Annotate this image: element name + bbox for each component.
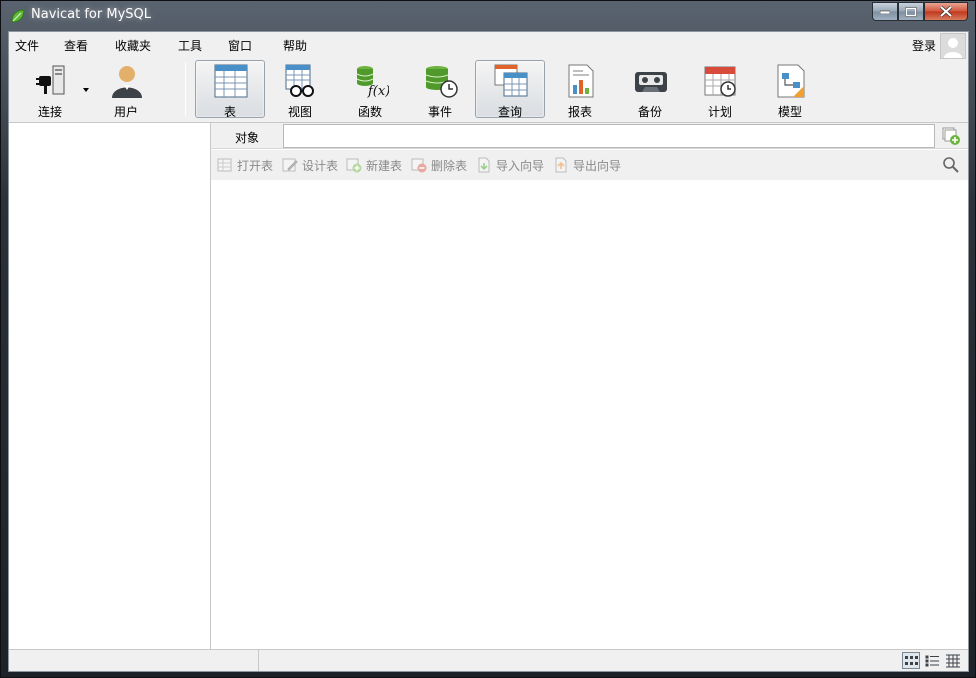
client-area: 文件 查看 收藏夹 工具 窗口 帮助 登录 连接 用户 表 视图 f(x) 函数… <box>8 31 969 672</box>
new-table-icon <box>346 158 362 173</box>
table-label: 表 <box>223 105 236 119</box>
design-table-icon <box>282 158 298 172</box>
new-table-button[interactable]: 新建表 <box>346 157 402 173</box>
grid-view-button[interactable] <box>902 652 920 669</box>
toolbar-divider <box>185 62 186 116</box>
status-cell <box>9 650 259 671</box>
connection-tree-panel[interactable] <box>9 122 211 649</box>
connection-button[interactable]: 连接 <box>15 60 85 119</box>
menu-bar: 文件 查看 收藏夹 工具 窗口 帮助 登录 <box>9 32 968 59</box>
connection-dropdown-icon[interactable] <box>83 88 89 92</box>
function-label: 函数 <box>357 105 382 119</box>
connection-icon <box>36 65 65 95</box>
schedule-button[interactable]: 计划 <box>685 60 755 119</box>
open-table-icon <box>217 158 232 172</box>
maximize-icon <box>905 6 917 17</box>
delete-table-label: 删除表 <box>431 158 468 173</box>
window-controls <box>872 2 968 21</box>
view-button[interactable]: 视图 <box>265 60 335 119</box>
maximize-button[interactable] <box>898 2 924 21</box>
model-button[interactable]: 模型 <box>755 60 825 119</box>
export-icon <box>555 157 567 173</box>
report-label: 报表 <box>567 105 592 119</box>
report-icon <box>568 64 594 98</box>
model-icon <box>777 64 805 98</box>
user-label: 用户 <box>113 105 138 119</box>
backup-button[interactable]: 备份 <box>615 60 685 119</box>
object-bar: 对象 <box>211 123 968 149</box>
function-button[interactable]: f(x) 函数 <box>335 60 405 119</box>
export-wizard-label: 导出向导 <box>573 158 622 173</box>
window-title: Navicat for MySQL <box>31 7 151 22</box>
login-link[interactable]: 登录 <box>912 37 936 54</box>
function-icon: f(x) <box>356 66 389 98</box>
menu-help[interactable]: 帮助 <box>283 37 307 54</box>
menu-window[interactable]: 窗口 <box>228 37 252 54</box>
view-label: 视图 <box>287 105 312 119</box>
report-button[interactable]: 报表 <box>545 60 615 119</box>
close-icon <box>940 6 952 17</box>
connection-label: 连接 <box>37 105 62 119</box>
menu-tools[interactable]: 工具 <box>178 37 202 54</box>
minimize-button[interactable] <box>872 2 898 21</box>
object-field[interactable] <box>283 124 935 148</box>
detail-view-icon <box>946 654 960 668</box>
delete-table-button[interactable]: 删除表 <box>411 157 467 173</box>
import-wizard-button[interactable]: 导入向导 <box>476 157 544 173</box>
delete-table-icon <box>411 158 427 173</box>
minimize-icon <box>880 10 890 14</box>
user-icon <box>112 66 142 98</box>
backup-label: 备份 <box>637 105 662 119</box>
main-toolbar: 连接 用户 表 视图 f(x) 函数 事件 查询 报表 备份 计划 模型 <box>9 56 968 122</box>
schedule-icon <box>704 66 736 97</box>
menu-file[interactable]: 文件 <box>15 37 39 54</box>
event-label: 事件 <box>427 105 452 119</box>
user-button[interactable]: 用户 <box>91 60 161 119</box>
detail-view-button[interactable] <box>944 652 962 669</box>
status-bar <box>9 649 968 671</box>
open-table-button[interactable]: 打开表 <box>217 157 273 173</box>
event-button[interactable]: 事件 <box>405 60 475 119</box>
large-icons-view-icon <box>905 656 918 665</box>
backup-icon <box>635 72 667 92</box>
object-panel: 对象 打开表 设计表 新建表 删除表 导入向导 导出向导 <box>211 122 968 649</box>
query-button[interactable]: 查询 <box>475 60 545 119</box>
open-table-label: 打开表 <box>237 158 274 173</box>
search-icon[interactable] <box>942 156 960 174</box>
avatar-icon <box>944 38 962 58</box>
query-label: 查询 <box>497 105 522 119</box>
import-wizard-label: 导入向导 <box>496 158 545 173</box>
model-label: 模型 <box>777 105 802 119</box>
close-button[interactable] <box>924 2 968 21</box>
view-icon <box>285 64 314 97</box>
menu-view[interactable]: 查看 <box>64 37 88 54</box>
export-wizard-button[interactable]: 导出向导 <box>553 157 621 173</box>
list-view-icon <box>925 655 939 667</box>
menu-favorites[interactable]: 收藏夹 <box>115 37 151 54</box>
design-table-label: 设计表 <box>302 158 339 173</box>
navicat-logo-icon <box>11 9 25 23</box>
design-table-button[interactable]: 设计表 <box>282 157 338 173</box>
list-view-button[interactable] <box>923 652 941 669</box>
event-icon <box>425 66 458 98</box>
table-icon <box>214 64 248 98</box>
object-label: 对象 <box>235 131 260 145</box>
svg-text:f(x): f(x) <box>367 84 389 98</box>
add-object-icon[interactable] <box>941 126 961 146</box>
schedule-label: 计划 <box>707 105 732 119</box>
new-table-label: 新建表 <box>366 158 403 173</box>
main-window: Navicat for MySQL 文件 查看 收藏夹 工具 窗口 帮助 登录 <box>0 0 976 678</box>
import-icon <box>478 157 490 173</box>
title-bar[interactable]: Navicat for MySQL <box>1 1 975 30</box>
object-action-bar: 打开表 设计表 新建表 删除表 导入向导 导出向导 <box>211 150 968 180</box>
query-icon <box>494 64 528 97</box>
table-button[interactable]: 表 <box>195 60 265 119</box>
